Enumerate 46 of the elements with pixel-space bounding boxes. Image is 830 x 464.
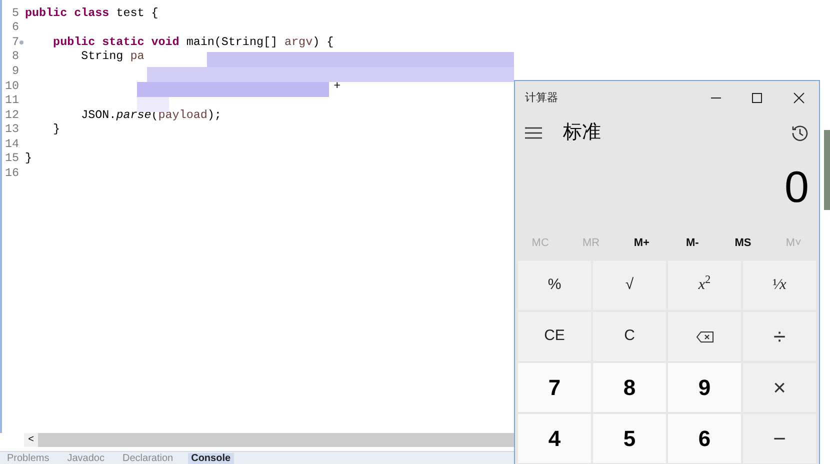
line-number: 6	[10, 19, 19, 36]
maximize-button[interactable]	[751, 92, 763, 104]
line-number: 5	[10, 4, 19, 22]
code-line: }	[25, 150, 32, 168]
calculator-key[interactable]: −	[743, 414, 816, 463]
line-number: 10	[4, 78, 19, 94]
calculator-key[interactable]: x$^{2}$	[668, 261, 741, 310]
calculator-key[interactable]: 6	[668, 414, 741, 463]
code-line: public class test {	[25, 4, 158, 22]
line-number: 7	[10, 34, 19, 51]
calculator-key[interactable]: %	[518, 261, 591, 310]
calculator-key[interactable]: ÷	[743, 312, 816, 361]
backspace-icon	[696, 330, 714, 342]
calculator-key[interactable]: 9	[668, 363, 741, 412]
calculator-key[interactable]: ×	[743, 363, 816, 412]
history-icon[interactable]	[791, 124, 809, 142]
code-line: public static void main(String[] argv) {	[52, 34, 334, 50]
memory-button[interactable]: M+	[616, 231, 668, 255]
memory-button[interactable]: MS	[718, 231, 768, 255]
panel-tab[interactable]: Console	[188, 453, 234, 464]
code-line: String pa	[80, 48, 144, 66]
scroll-left-button[interactable]: <	[24, 433, 38, 447]
code-line: }	[52, 121, 60, 138]
calculator-key[interactable]: CE	[518, 312, 591, 361]
line-number: 16	[4, 165, 19, 182]
code-line: +	[332, 78, 341, 94]
line-number: 13	[4, 121, 19, 138]
line-number: 11	[4, 92, 19, 110]
mode-title: 标准	[563, 120, 601, 145]
display-value: 0	[784, 166, 809, 210]
calculator-key[interactable]: √	[593, 261, 666, 310]
calculator-key[interactable]: 4	[518, 414, 591, 463]
window-title: 计算器	[525, 90, 558, 106]
calculator-key[interactable]: ¹⁄x	[743, 261, 816, 310]
calculator-key[interactable]: C	[593, 312, 666, 361]
line-number: 15	[4, 150, 19, 168]
close-button[interactable]	[793, 92, 805, 104]
memory-button[interactable]: M-	[667, 231, 718, 255]
calculator-key[interactable]: 5	[593, 414, 666, 463]
line-number: 14	[4, 136, 19, 153]
calculator-key[interactable]: 8	[593, 363, 666, 412]
line-number: 9	[10, 62, 19, 80]
line-number: 12	[4, 106, 19, 124]
calculator-key[interactable]: 7	[518, 363, 591, 412]
line-number: 8	[10, 48, 19, 66]
menu-icon[interactable]	[525, 127, 543, 139]
